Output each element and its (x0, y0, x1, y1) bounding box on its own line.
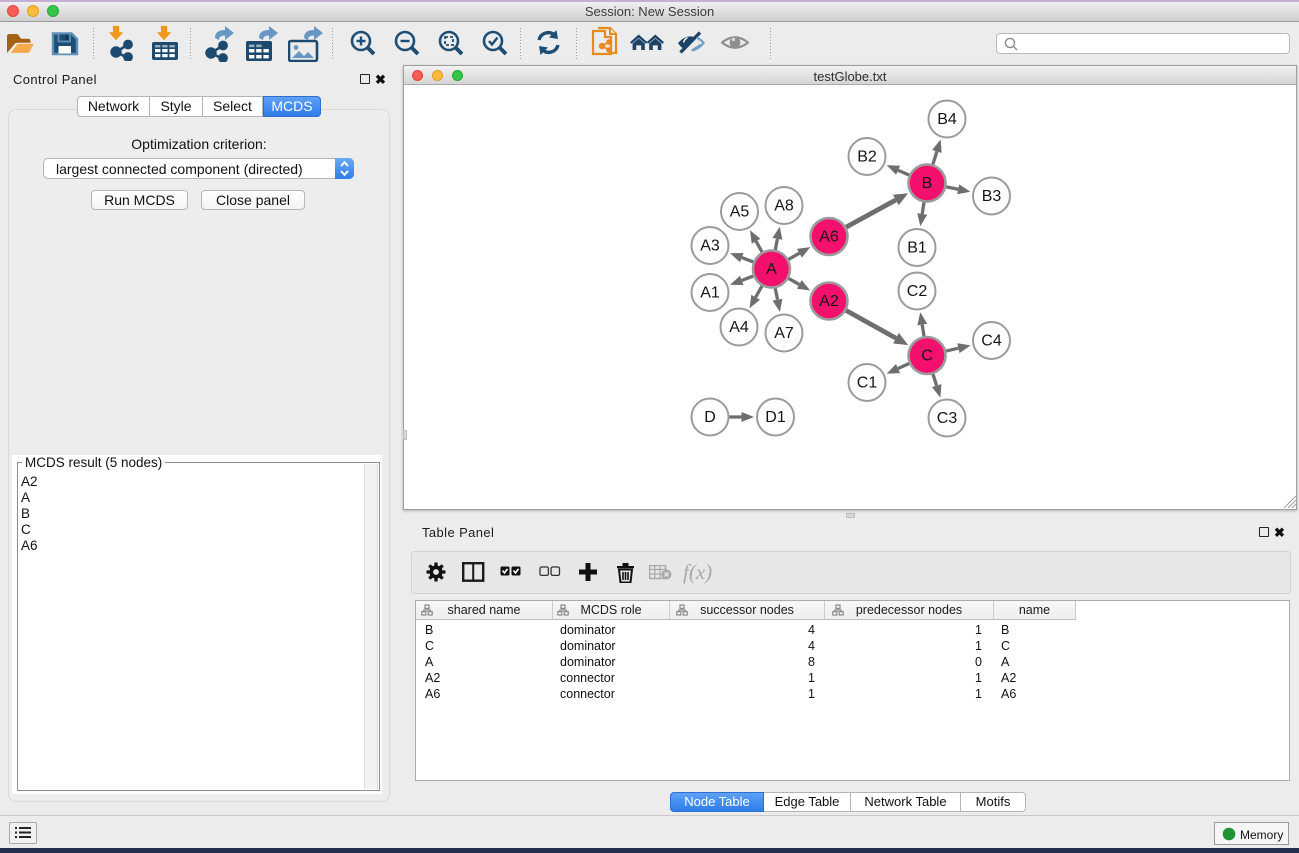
svg-text:A6: A6 (819, 229, 839, 246)
svg-text:A7: A7 (774, 325, 794, 342)
svg-text:A8: A8 (774, 198, 794, 215)
svg-text:B4: B4 (937, 111, 957, 128)
svg-text:C: C (921, 348, 933, 365)
svg-text:D: D (704, 409, 716, 426)
svg-text:A1: A1 (700, 285, 720, 302)
svg-text:B: B (922, 175, 933, 192)
svg-text:B3: B3 (982, 188, 1002, 205)
svg-text:B1: B1 (907, 240, 927, 257)
svg-text:A: A (766, 261, 777, 278)
svg-text:C1: C1 (857, 375, 878, 392)
svg-text:A5: A5 (730, 204, 750, 221)
svg-text:D1: D1 (765, 409, 786, 426)
svg-text:C4: C4 (981, 333, 1002, 350)
svg-text:A2: A2 (819, 293, 839, 310)
svg-text:A3: A3 (700, 238, 720, 255)
svg-text:C3: C3 (937, 410, 958, 427)
svg-text:B2: B2 (857, 149, 877, 166)
svg-text:C2: C2 (907, 283, 928, 300)
svg-text:A4: A4 (729, 319, 749, 336)
